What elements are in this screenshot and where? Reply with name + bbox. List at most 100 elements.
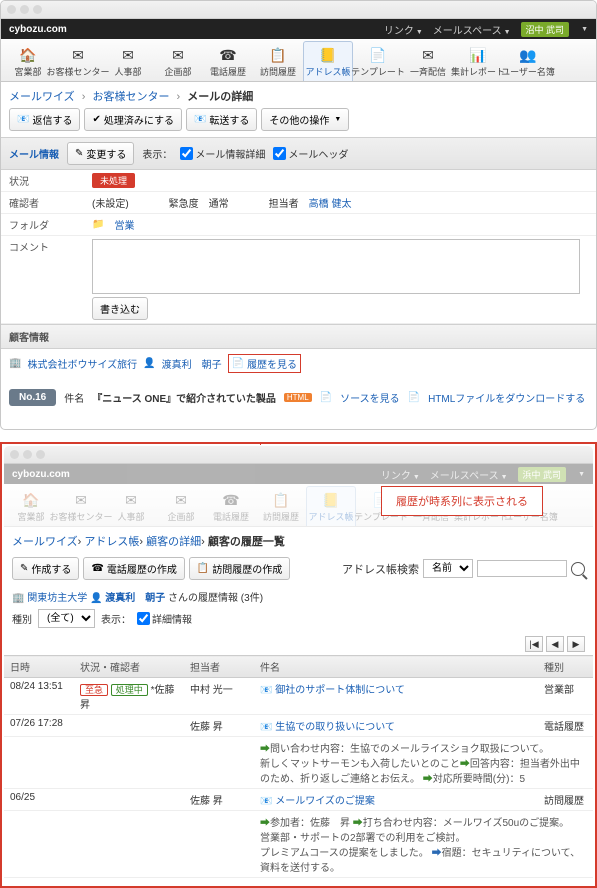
user-badge[interactable]: 沼中 武司 (521, 22, 570, 37)
forward-button[interactable]: 📧 転送する (186, 108, 257, 131)
tab-mail-info[interactable]: メール情報 (9, 146, 59, 161)
history-link[interactable]: 履歴を見る (247, 356, 297, 371)
cb-mail-detail[interactable]: メール情報詳細 (180, 146, 265, 161)
cell-detail: ➡参加者：佐藤 昇 ➡打ち合わせ内容：メールワイズ50uのご提案。営業部・サポー… (254, 811, 593, 878)
other-actions-button[interactable]: その他の操作 ▼ (261, 108, 349, 131)
person-link[interactable]: 渡真利 朝子 (162, 356, 222, 371)
customer-info-row: 🏢 株式会社ボウサイズ旅行 👤 渡真利 朝子 📄 履歴を見る (1, 349, 596, 378)
subject-link[interactable]: 御社のサポート体制について (275, 685, 405, 696)
status-label: 状況 (1, 170, 86, 191)
nav-home[interactable]: 🏠宮業部 (3, 41, 53, 81)
reply-button[interactable]: 📧 返信する (9, 108, 80, 131)
type-filter-select[interactable]: (全て) (38, 609, 95, 628)
nav-report[interactable]: 📊集計レポート (453, 41, 503, 81)
address-icon: 📒 (317, 46, 339, 64)
cb-detail-info[interactable]: 詳細情報 (137, 611, 192, 626)
subject-text: 『ニュース ONE』で紹介されていた製品 (92, 390, 276, 405)
mailspace-menu[interactable]: メールスペース▼ (433, 22, 511, 37)
nav-label: 人事部 (117, 510, 144, 523)
th-subject[interactable]: 件名 (254, 656, 538, 678)
nav-label: テンプレート (351, 65, 405, 78)
crumb2-address[interactable]: アドレス帳 (84, 536, 139, 548)
person-link-2[interactable]: 渡真利 朝子 (105, 593, 165, 604)
topbar-2: cybozu.com リンク▼ メールスペース▼ 浜中 武司▼ (4, 464, 593, 484)
assignee-link[interactable]: 高橋 健太 (309, 195, 352, 210)
nav-phone-history[interactable]: ☎電話履歴 (206, 486, 256, 526)
create-button[interactable]: ✎ 作成する (12, 557, 79, 580)
arrow-icon: ➡ (260, 744, 270, 755)
table-row-detail: ➡参加者：佐藤 昇 ➡打ち合わせ内容：メールワイズ50uのご提案。営業部・サポー… (4, 811, 593, 878)
nav-address[interactable]: 📒アドレス帳 (306, 486, 356, 526)
iconbar: 🏠宮業部✉お客様センター✉人事部✉企画部☎電話履歴📋訪問履歴📒アドレス帳📄テンプ… (1, 39, 596, 82)
th-date[interactable]: 日時 (4, 656, 74, 678)
confirm-value: (未設定) (92, 195, 129, 210)
search-field-select[interactable]: 名前 (423, 559, 473, 578)
phone-history-icon: ☎ (217, 46, 239, 64)
nav-planning[interactable]: ✉企画部 (156, 486, 206, 526)
crumb-section[interactable]: お客様センター (92, 91, 169, 103)
nav-visit-history[interactable]: 📋訪問履歴 (256, 486, 306, 526)
folder-link[interactable]: 営業 (114, 217, 134, 232)
search-icon[interactable] (571, 562, 585, 576)
mark-done-button[interactable]: ✔ 処理済みにする (84, 108, 182, 131)
action-row: 📧 返信する ✔ 処理済みにする 📧 転送する その他の操作 ▼ (1, 108, 596, 137)
nav-customer-center[interactable]: ✉お客様センター (56, 486, 106, 526)
pager-first[interactable]: |◀ (525, 636, 543, 652)
subject-label: 件名 (64, 390, 84, 405)
th-type[interactable]: 種別 (538, 656, 593, 678)
th-assignee[interactable]: 担当者 (184, 656, 254, 678)
nav-label: 電話履歴 (213, 510, 249, 523)
window-controls[interactable] (7, 5, 42, 14)
nav-template[interactable]: 📄テンプレート (353, 41, 403, 81)
view-source-link[interactable]: ソースを見る (340, 390, 400, 405)
cell-status (74, 715, 184, 737)
crumb2-app[interactable]: メールワイズ (12, 536, 78, 548)
download-html-link[interactable]: HTMLファイルをダウンロードする (428, 390, 585, 405)
create-phone-button[interactable]: ☎ 電話履歴の作成 (83, 557, 184, 580)
nav-customer-center[interactable]: ✉お客様センター (53, 41, 103, 81)
user-menu-chevron-icon[interactable]: ▼ (581, 26, 588, 33)
person-icon: 👤 (143, 358, 155, 369)
nav-address[interactable]: 📒アドレス帳 (303, 41, 353, 81)
callout-box: 履歴が時系列に表示される (381, 486, 543, 516)
nav-phone-history[interactable]: ☎電話履歴 (203, 41, 253, 81)
window-controls-2[interactable] (10, 450, 45, 459)
company-link[interactable]: 株式会社ボウサイズ旅行 (27, 356, 137, 371)
filter-row: 種別 (全て) 表示： 詳細情報 (4, 606, 593, 633)
history-icon: 📄 (232, 358, 244, 369)
cell-date: 06/25 (4, 789, 74, 811)
crumb2-detail[interactable]: 顧客の詳細 (146, 536, 201, 548)
cb-mail-header[interactable]: メールヘッダ (273, 146, 348, 161)
pager-next[interactable]: ▶ (567, 636, 585, 652)
html-badge: HTML (284, 393, 312, 402)
subject-row: No.16 件名 『ニュース ONE』で紹介されていた製品 HTML 📄ソースを… (1, 384, 596, 411)
comment-textarea[interactable] (92, 239, 580, 294)
nav-visit-history[interactable]: 📋訪問履歴 (253, 41, 303, 81)
nav-hr[interactable]: ✉人事部 (103, 41, 153, 81)
subject-link[interactable]: メールワイズのご提案 (275, 796, 375, 807)
customer-center-icon: ✉ (70, 491, 92, 509)
subject-link[interactable]: 生協での取り扱いについて (275, 722, 395, 733)
history-table: 日時 状況・確認者 担当者 件名 種別 08/24 13:51至急 処理中 *佐… (4, 655, 593, 878)
processing-tag: 処理中 (111, 684, 148, 696)
change-button[interactable]: ✎ 変更する (67, 142, 134, 165)
nav-hr[interactable]: ✉人事部 (106, 486, 156, 526)
th-status[interactable]: 状況・確認者 (74, 656, 184, 678)
mail-icon: 📧 (260, 796, 272, 807)
write-button[interactable]: 書き込む (92, 297, 148, 320)
crumb-app[interactable]: メールワイズ (9, 91, 75, 103)
nav-planning[interactable]: ✉企画部 (153, 41, 203, 81)
search-input[interactable] (477, 560, 567, 577)
nav-user-list[interactable]: 👥ユーザー名簿 (503, 41, 553, 81)
download-icon: 📄 (408, 392, 420, 403)
org-link[interactable]: 関東坊主大学 (27, 593, 87, 604)
show-label-2: 表示： (101, 611, 131, 626)
nav-batch-assign[interactable]: ✉一斉配信 (403, 41, 453, 81)
pager-prev[interactable]: ◀ (546, 636, 564, 652)
nav-home[interactable]: 🏠宮業部 (6, 486, 56, 526)
cell-status: 至急 処理中 *佐藤 昇 (74, 678, 184, 715)
customer-title-row: 🏢 関東坊主大学 👤 渡真利 朝子 さんの履歴情報 (3件) (4, 584, 593, 606)
create-visit-button[interactable]: 📋 訪問履歴の作成 (189, 557, 290, 580)
link-menu[interactable]: リンク▼ (384, 22, 423, 37)
source-icon: 📄 (320, 392, 332, 403)
